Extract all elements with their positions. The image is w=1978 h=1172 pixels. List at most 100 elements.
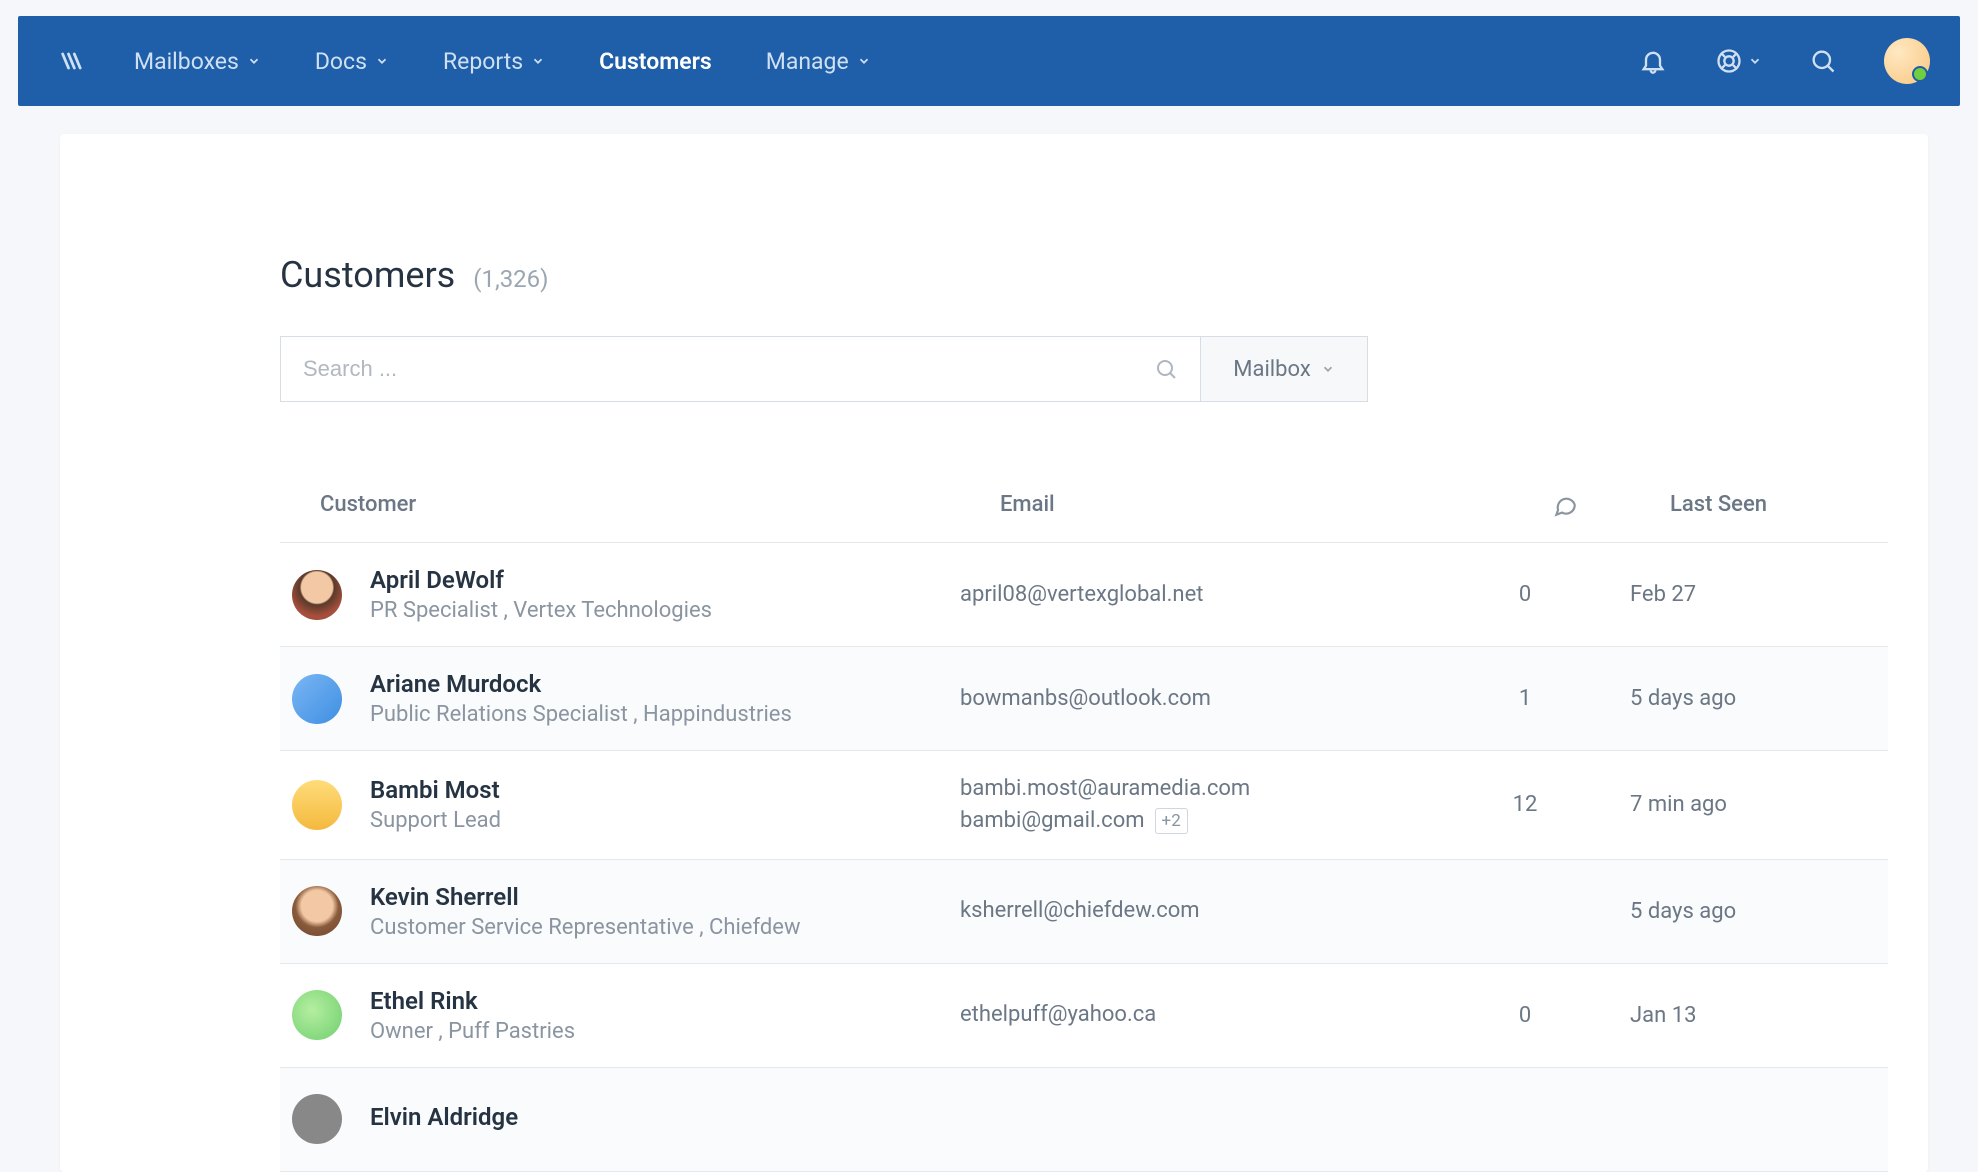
- chevron-down-icon: [857, 54, 871, 68]
- last-seen: 5 days ago: [1590, 686, 1888, 711]
- nav-items: Mailboxes Docs Reports Customers Manage: [134, 48, 871, 75]
- user-avatar[interactable]: [1884, 38, 1930, 84]
- mailbox-filter-label: Mailbox: [1233, 357, 1310, 382]
- help-menu[interactable]: [1714, 46, 1762, 76]
- last-seen: 5 days ago: [1590, 899, 1888, 924]
- mailbox-filter[interactable]: Mailbox: [1200, 336, 1368, 402]
- nav-item-docs[interactable]: Docs: [315, 48, 389, 75]
- customer-cell: Kevin Sherrell Customer Service Represent…: [280, 883, 960, 940]
- customer-rows: April DeWolf PR Specialist , Vertex Techn…: [280, 542, 1888, 1172]
- topbar-right: [1638, 38, 1930, 84]
- customer-avatar: [292, 886, 342, 936]
- table-row[interactable]: Elvin Aldridge: [280, 1068, 1888, 1172]
- column-conversations[interactable]: [1500, 492, 1630, 518]
- search-input-wrapper[interactable]: [280, 336, 1200, 402]
- customer-avatar: [292, 990, 342, 1040]
- column-customer[interactable]: Customer: [320, 492, 1000, 518]
- page-heading: Customers (1,326): [60, 254, 1928, 336]
- customer-subtitle: PR Specialist , Vertex Technologies: [370, 598, 712, 623]
- email-cell: bowmanbs@outlook.com: [960, 683, 1460, 715]
- chevron-down-icon: [531, 54, 545, 68]
- customer-cell: Bambi Most Support Lead: [280, 776, 960, 833]
- customer-name: Ethel Rink: [370, 987, 575, 1015]
- chat-icon: [1552, 492, 1578, 518]
- customer-email: ethelpuff@yahoo.ca: [960, 999, 1460, 1031]
- notifications-button[interactable]: [1638, 46, 1668, 76]
- customer-text: Elvin Aldridge: [370, 1103, 518, 1135]
- table-row[interactable]: Kevin Sherrell Customer Service Represent…: [280, 860, 1888, 964]
- customer-subtitle: Support Lead: [370, 808, 501, 833]
- customer-email: bambi.most@auramedia.com: [960, 773, 1460, 805]
- logo-icon: [58, 47, 86, 75]
- table-row[interactable]: Bambi Most Support Lead bambi.most@auramed…: [280, 751, 1888, 860]
- nav-item-label: Mailboxes: [134, 48, 239, 75]
- app-logo[interactable]: [58, 47, 86, 75]
- customer-avatar: [292, 570, 342, 620]
- nav-item-label: Reports: [443, 48, 523, 75]
- nav-item-label: Manage: [766, 48, 849, 75]
- customer-email: ksherrell@chiefdew.com: [960, 895, 1460, 927]
- search-input[interactable]: [303, 356, 1154, 382]
- last-seen: Feb 27: [1590, 582, 1888, 607]
- table-header: Customer Email Last Seen: [60, 492, 1928, 542]
- conversations-count: 1: [1460, 686, 1590, 711]
- table-row[interactable]: April DeWolf PR Specialist , Vertex Techn…: [280, 543, 1888, 647]
- customer-avatar: [292, 674, 342, 724]
- lifebuoy-icon: [1715, 47, 1743, 75]
- search-bar: Mailbox: [60, 336, 1928, 402]
- customer-name: Kevin Sherrell: [370, 883, 800, 911]
- customer-text: Ethel Rink Owner , Puff Pastries: [370, 987, 575, 1044]
- customer-cell: April DeWolf PR Specialist , Vertex Techn…: [280, 566, 960, 623]
- main-card: Customers (1,326) Mailbox Customer Email…: [60, 134, 1928, 1172]
- nav-item-customers[interactable]: Customers: [599, 48, 712, 75]
- search-button[interactable]: [1808, 46, 1838, 76]
- customer-name: Ariane Murdock: [370, 670, 792, 698]
- customer-text: Ariane Murdock Public Relations Specialis…: [370, 670, 792, 727]
- search-icon: [1154, 357, 1178, 381]
- top-nav: Mailboxes Docs Reports Customers Manage: [18, 16, 1960, 106]
- customer-count: (1,326): [473, 265, 548, 293]
- column-last-seen[interactable]: Last Seen: [1630, 492, 1888, 518]
- last-seen: Jan 13: [1590, 1003, 1888, 1028]
- customer-name: April DeWolf: [370, 566, 712, 594]
- bell-icon: [1639, 47, 1667, 75]
- table-row[interactable]: Ariane Murdock Public Relations Specialis…: [280, 647, 1888, 751]
- chevron-down-icon: [375, 54, 389, 68]
- customer-subtitle: Public Relations Specialist , Happindust…: [370, 702, 792, 727]
- customer-cell: Elvin Aldridge: [280, 1094, 960, 1144]
- customer-text: Bambi Most Support Lead: [370, 776, 501, 833]
- search-icon: [1809, 47, 1837, 75]
- chevron-down-icon: [247, 54, 261, 68]
- email-cell: bambi.most@auramedia.combambi@gmail.com+…: [960, 773, 1460, 837]
- chevron-down-icon: [1321, 362, 1335, 376]
- conversations-count: 12: [1460, 792, 1590, 817]
- last-seen: 7 min ago: [1590, 792, 1888, 817]
- customer-email: april08@vertexglobal.net: [960, 579, 1460, 611]
- customer-text: April DeWolf PR Specialist , Vertex Techn…: [370, 566, 712, 623]
- email-cell: ksherrell@chiefdew.com: [960, 895, 1460, 927]
- nav-item-label: Customers: [599, 48, 712, 75]
- customer-avatar: [292, 780, 342, 830]
- customer-subtitle: Customer Service Representative , Chiefd…: [370, 915, 800, 940]
- customer-cell: Ethel Rink Owner , Puff Pastries: [280, 987, 960, 1044]
- customer-subtitle: Owner , Puff Pastries: [370, 1019, 575, 1044]
- customer-email: bowmanbs@outlook.com: [960, 683, 1460, 715]
- conversations-count: 0: [1460, 582, 1590, 607]
- table-row[interactable]: Ethel Rink Owner , Puff Pastries ethelpuff…: [280, 964, 1888, 1068]
- column-email[interactable]: Email: [1000, 492, 1500, 518]
- chevron-down-icon: [1748, 54, 1762, 68]
- customer-cell: Ariane Murdock Public Relations Specialis…: [280, 670, 960, 727]
- customer-name: Bambi Most: [370, 776, 501, 804]
- nav-item-reports[interactable]: Reports: [443, 48, 545, 75]
- email-cell: ethelpuff@yahoo.ca: [960, 999, 1460, 1031]
- customer-email: bambi@gmail.com+2: [960, 805, 1460, 837]
- customer-name: Elvin Aldridge: [370, 1103, 518, 1131]
- email-cell: april08@vertexglobal.net: [960, 579, 1460, 611]
- page-title: Customers: [280, 254, 455, 296]
- nav-item-mailboxes[interactable]: Mailboxes: [134, 48, 261, 75]
- conversations-count: 0: [1460, 1003, 1590, 1028]
- nav-item-label: Docs: [315, 48, 367, 75]
- customer-avatar: [292, 1094, 342, 1144]
- extra-emails-badge[interactable]: +2: [1155, 808, 1188, 835]
- nav-item-manage[interactable]: Manage: [766, 48, 871, 75]
